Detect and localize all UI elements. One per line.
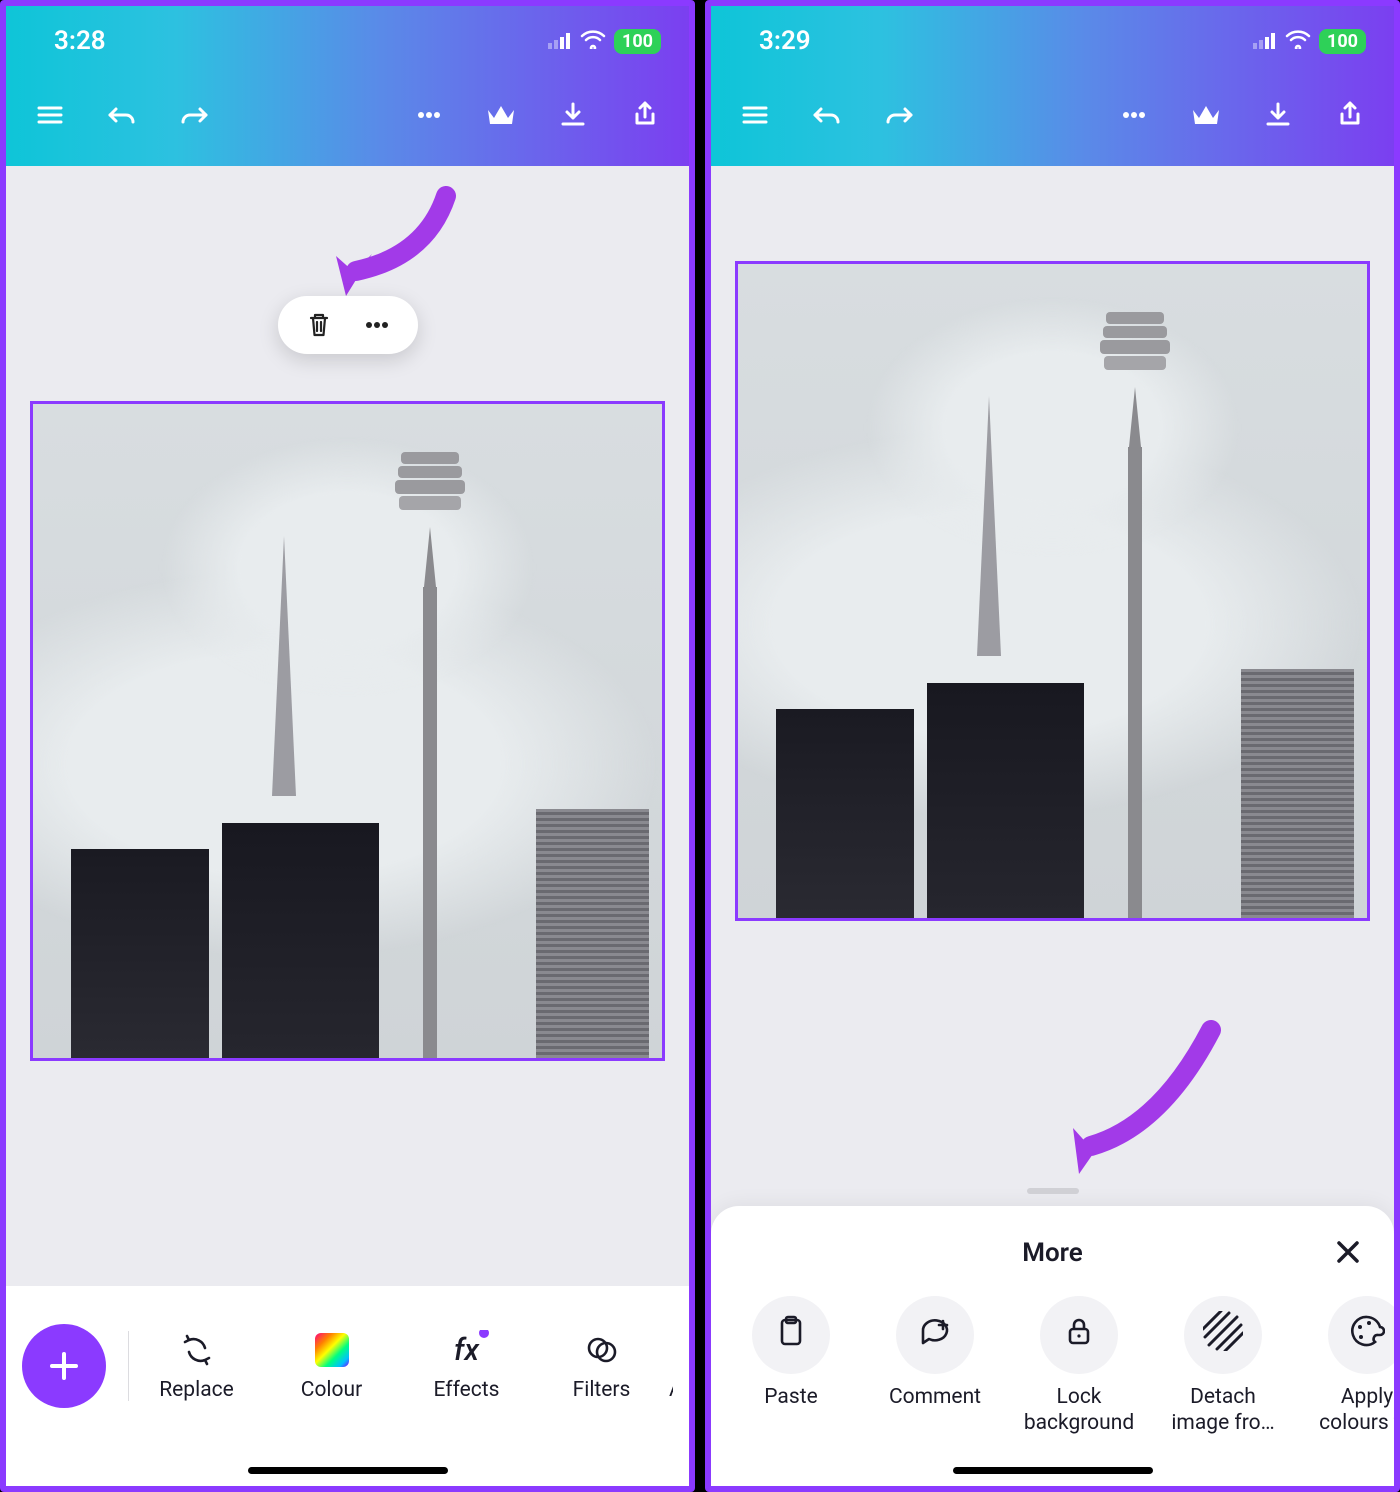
tool-label: Filters	[573, 1378, 631, 1402]
battery-badge: 100	[1319, 29, 1366, 54]
add-button[interactable]	[22, 1324, 106, 1408]
app-header: 3:29 100	[711, 6, 1394, 166]
canvas-area[interactable]: More Paste Comment	[711, 166, 1394, 1486]
menu-button[interactable]	[735, 95, 775, 135]
filters-tool[interactable]: Filters	[534, 1330, 669, 1402]
action-label-line1: Lock	[1024, 1384, 1134, 1410]
action-label-line2: colours t…	[1319, 1410, 1400, 1436]
replace-icon	[179, 1330, 215, 1370]
download-button[interactable]	[1258, 95, 1298, 135]
crown-button[interactable]	[1186, 95, 1226, 135]
lock-background-action[interactable]: Lock background	[1007, 1296, 1151, 1437]
selected-image[interactable]	[735, 261, 1370, 921]
status-time: 3:28	[54, 26, 106, 56]
action-label-line2: image fro…	[1171, 1410, 1274, 1436]
status-right: 100	[1253, 26, 1366, 56]
status-time: 3:29	[759, 26, 811, 56]
more-options-button[interactable]	[362, 310, 392, 340]
toolbar	[711, 76, 1394, 166]
toolbar	[6, 76, 689, 166]
tool-label: Replace	[159, 1378, 234, 1402]
close-button[interactable]	[1330, 1234, 1366, 1270]
status-right: 100	[548, 26, 661, 56]
paste-action[interactable]: Paste	[719, 1296, 863, 1437]
apply-colours-action[interactable]: Apply colours t…	[1295, 1296, 1400, 1437]
sheet-title: More	[1022, 1238, 1083, 1268]
undo-button[interactable]	[807, 95, 847, 135]
crown-button[interactable]	[481, 95, 521, 135]
wifi-icon	[1285, 26, 1311, 56]
more-header-button[interactable]	[1114, 95, 1154, 135]
notification-dot	[479, 1330, 489, 1338]
redo-button[interactable]	[879, 95, 919, 135]
redo-button[interactable]	[174, 95, 214, 135]
comment-action[interactable]: Comment	[863, 1296, 1007, 1437]
action-label-line1: Detach	[1171, 1384, 1274, 1410]
right-screenshot: 3:29 100	[705, 0, 1400, 1492]
action-label-line1: Apply	[1319, 1384, 1400, 1410]
lock-icon	[1062, 1314, 1096, 1355]
palette-icon	[1349, 1313, 1385, 1356]
photo-content	[33, 404, 662, 1058]
bottom-toolbar: Replace Colour fx Effects	[6, 1286, 689, 1486]
selected-image[interactable]	[30, 401, 665, 1061]
tool-label: A	[669, 1378, 673, 1402]
delete-button[interactable]	[304, 310, 334, 340]
battery-badge: 100	[614, 29, 661, 54]
sheet-actions: Paste Comment Lock background	[711, 1282, 1394, 1437]
sheet-handle[interactable]	[1027, 1188, 1079, 1194]
canvas-area[interactable]: Replace Colour fx Effects	[6, 166, 689, 1486]
tool-label: Colour	[301, 1378, 362, 1402]
signal-icon	[1253, 26, 1277, 56]
download-button[interactable]	[553, 95, 593, 135]
detach-image-action[interactable]: Detach image fro…	[1151, 1296, 1295, 1437]
app-header: 3:28 100	[6, 6, 689, 166]
tool-label: Effects	[434, 1378, 500, 1402]
undo-button[interactable]	[102, 95, 142, 135]
more-header-button[interactable]	[409, 95, 449, 135]
annotation-arrow	[306, 186, 466, 310]
annotation-arrow	[1051, 1016, 1231, 1190]
context-pill	[278, 296, 418, 354]
effects-tool[interactable]: fx Effects	[399, 1330, 534, 1402]
status-bar: 3:29 100	[711, 6, 1394, 76]
sheet-header: More	[711, 1224, 1394, 1282]
share-button[interactable]	[1330, 95, 1370, 135]
status-bar: 3:28 100	[6, 6, 689, 76]
photo-content	[738, 264, 1367, 918]
truncated-tool[interactable]: A	[669, 1330, 673, 1402]
action-label-line2: background	[1024, 1410, 1134, 1436]
replace-tool[interactable]: Replace	[129, 1330, 264, 1402]
clipboard-icon	[774, 1314, 808, 1355]
home-indicator	[953, 1467, 1153, 1474]
menu-button[interactable]	[30, 95, 70, 135]
hatch-icon	[1203, 1311, 1243, 1358]
filters-icon	[584, 1330, 620, 1370]
effects-icon: fx	[454, 1330, 479, 1370]
more-sheet: More Paste Comment	[711, 1206, 1394, 1487]
signal-icon	[548, 26, 572, 56]
share-button[interactable]	[625, 95, 665, 135]
action-label: Paste	[764, 1384, 817, 1410]
comment-icon	[917, 1313, 953, 1356]
wifi-icon	[580, 26, 606, 56]
home-indicator	[248, 1467, 448, 1474]
colour-icon	[315, 1330, 349, 1370]
left-screenshot: 3:28 100	[0, 0, 695, 1492]
colour-tool[interactable]: Colour	[264, 1330, 399, 1402]
action-label: Comment	[889, 1384, 981, 1410]
